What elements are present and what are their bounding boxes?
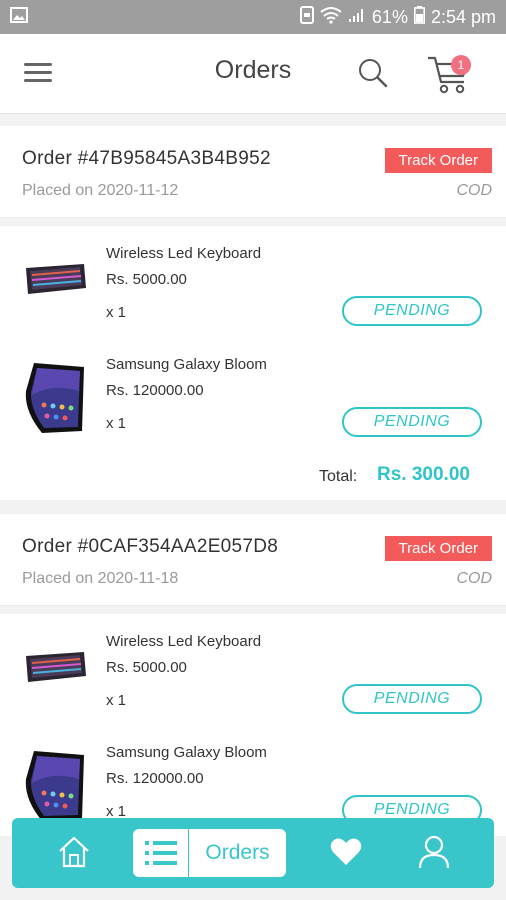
home-icon[interactable] xyxy=(56,834,92,870)
order-id: Order #47B95845A3B4B952 xyxy=(22,148,271,169)
order-card: Order #47B95845A3B4B952 Placed on 2020-1… xyxy=(0,126,506,500)
item-name: Wireless Led Keyboard xyxy=(106,245,262,262)
orders-list-icon xyxy=(133,829,189,877)
nfc-icon xyxy=(299,5,314,29)
profile-icon[interactable] xyxy=(416,834,452,870)
order-header: Order #47B95845A3B4B952 Placed on 2020-1… xyxy=(0,126,506,218)
nav-orders-tab[interactable]: Orders xyxy=(133,829,286,877)
order-date: Placed on 2020-11-18 xyxy=(22,570,179,587)
order-items: Wireless Led Keyboard Rs. 5000.00 x 1 PE… xyxy=(0,226,506,500)
payment-method: COD xyxy=(456,570,492,587)
item-name: Samsung Galaxy Bloom xyxy=(106,744,267,761)
item-quantity: x 1 xyxy=(106,415,127,432)
status-badge: PENDING xyxy=(342,407,482,437)
order-item[interactable]: Samsung Galaxy Bloom Rs. 120000.00 x 1 P… xyxy=(0,337,506,448)
total-label: Total: xyxy=(319,468,358,485)
battery-icon xyxy=(413,5,425,29)
heart-icon[interactable] xyxy=(330,837,362,867)
total-value: Rs. 300.00 xyxy=(377,464,470,485)
keyboard-image xyxy=(22,262,88,301)
item-name: Samsung Galaxy Bloom xyxy=(106,356,267,373)
status-badge: PENDING xyxy=(342,684,482,714)
order-total: Total: Rs. 300.00 xyxy=(0,448,506,500)
wifi-icon xyxy=(320,6,342,29)
item-quantity: x 1 xyxy=(106,304,127,321)
signal-icon xyxy=(348,7,366,28)
status-bar: 61% 2:54 pm xyxy=(0,0,506,34)
order-header: Order #0CAF354AA2E057D8 Placed on 2020-1… xyxy=(0,514,506,606)
item-name: Wireless Led Keyboard xyxy=(106,633,262,650)
orders-list: Order #47B95845A3B4B952 Placed on 2020-1… xyxy=(0,126,506,836)
item-quantity: x 1 xyxy=(106,692,127,709)
item-price: Rs. 5000.00 xyxy=(106,271,187,288)
order-card: Order #0CAF354AA2E057D8 Placed on 2020-1… xyxy=(0,514,506,836)
track-order-button[interactable]: Track Order xyxy=(384,536,492,561)
keyboard-image xyxy=(22,650,88,689)
gallery-notification-icon xyxy=(10,6,28,28)
item-price: Rs. 5000.00 xyxy=(106,659,187,676)
bottom-nav: Orders xyxy=(12,818,494,888)
clock: 2:54 pm xyxy=(430,6,496,27)
order-date: Placed on 2020-11-12 xyxy=(22,182,179,199)
payment-method: COD xyxy=(456,182,492,199)
order-items: Wireless Led Keyboard Rs. 5000.00 x 1 PE… xyxy=(0,614,506,836)
order-item[interactable]: Wireless Led Keyboard Rs. 5000.00 x 1 PE… xyxy=(0,614,506,725)
phone-image xyxy=(22,361,88,442)
track-order-button[interactable]: Track Order xyxy=(384,148,492,173)
app-bar: Orders xyxy=(0,34,506,114)
order-item[interactable]: Wireless Led Keyboard Rs. 5000.00 x 1 PE… xyxy=(0,226,506,337)
status-badge: PENDING xyxy=(342,296,482,326)
item-price: Rs. 120000.00 xyxy=(106,382,204,399)
cart-count-badge: 1 xyxy=(451,55,471,75)
search-icon[interactable] xyxy=(356,56,390,90)
item-price: Rs. 120000.00 xyxy=(106,770,204,787)
nav-orders-label: Orders xyxy=(205,841,270,864)
order-id: Order #0CAF354AA2E057D8 xyxy=(22,536,279,557)
battery-percent: 61% xyxy=(371,6,408,27)
